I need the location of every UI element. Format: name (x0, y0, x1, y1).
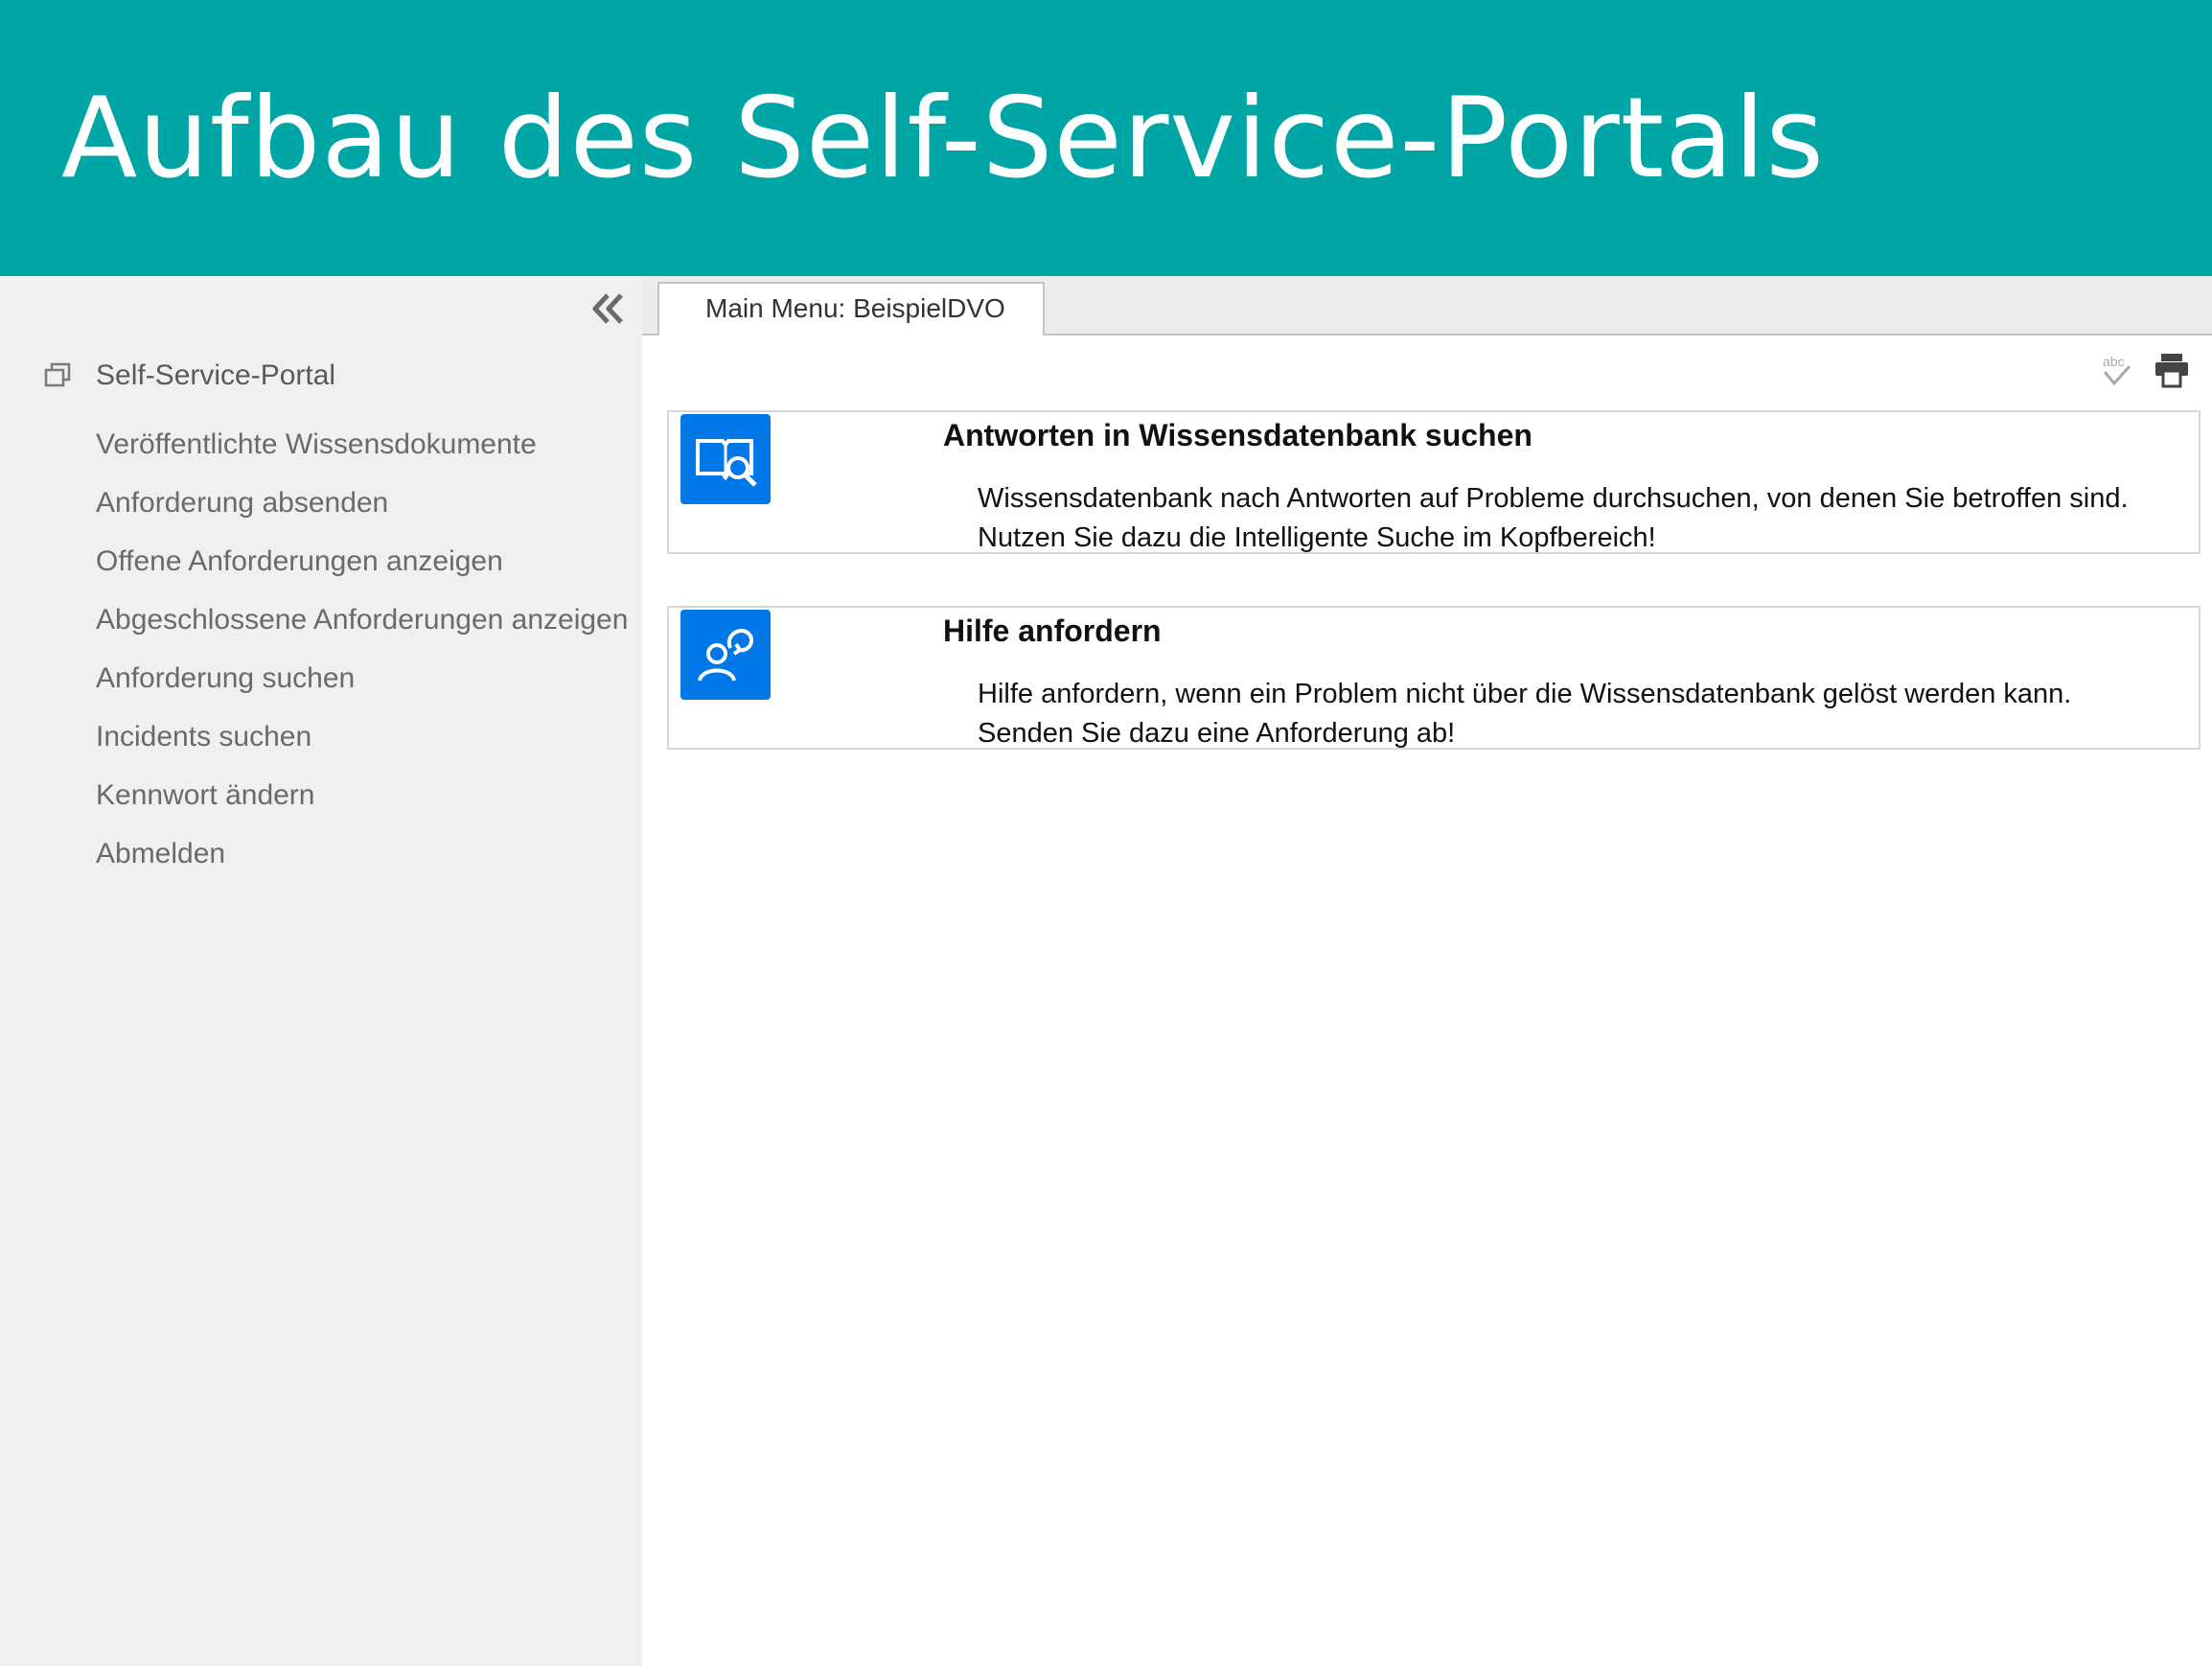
windows-stack-icon (42, 360, 73, 391)
person-help-icon (680, 610, 771, 700)
sidebar-item-change-password[interactable]: Kennwort ändern (96, 775, 628, 833)
sidebar-item-published-knowledge-documents[interactable]: Veröffentlichte Wissensdokumente (96, 424, 628, 482)
main-content: Main Menu: BeispielDVO abc Antworten in … (642, 276, 2212, 1666)
card-description: Wissensdatenbank nach Antworten auf Prob… (978, 483, 2129, 553)
sidebar-item-closed-requests[interactable]: Abgeschlossene Anforderungen anzeigen (96, 599, 628, 658)
svg-text:abc: abc (2103, 354, 2125, 369)
card-request-help[interactable]: Hilfe anfordern Hilfe anfordern, wenn ei… (667, 606, 2200, 750)
sidebar-item-submit-request[interactable]: Anforderung absenden (96, 482, 628, 541)
sidebar-nav-list: Veröffentlichte Wissensdokumente Anforde… (96, 424, 628, 891)
printer-icon[interactable] (2153, 351, 2191, 389)
card-title: Hilfe anfordern (943, 613, 1162, 648)
sidebar-item-search-request[interactable]: Anforderung suchen (96, 658, 628, 716)
slide-header: Aufbau des Self-Service-Portals (0, 0, 2212, 276)
slide-title: Aufbau des Self-Service-Portals (61, 74, 1825, 203)
sidebar-item-logout[interactable]: Abmelden (96, 833, 628, 891)
book-search-icon (680, 414, 771, 504)
sidebar-root-self-service-portal[interactable]: Self-Service-Portal (42, 355, 335, 397)
double-chevron-left-icon[interactable] (587, 288, 629, 330)
tab-label: Main Menu: BeispielDVO (705, 293, 1005, 323)
tab-main-menu[interactable]: Main Menu: BeispielDVO (657, 282, 1045, 336)
sidebar-item-open-requests[interactable]: Offene Anforderungen anzeigen (96, 541, 628, 599)
tab-bar: Main Menu: BeispielDVO (642, 276, 2212, 336)
card-description: Hilfe anfordern, wenn ein Problem nicht … (978, 679, 2072, 749)
card-title: Antworten in Wissensdatenbank suchen (943, 418, 1532, 452)
spellcheck-icon[interactable]: abc (2097, 351, 2135, 389)
card-search-knowledge-base[interactable]: Antworten in Wissensdatenbank suchen Wis… (667, 410, 2200, 554)
sidebar-item-search-incidents[interactable]: Incidents suchen (96, 716, 628, 775)
sidebar-root-label: Self-Service-Portal (96, 359, 336, 391)
